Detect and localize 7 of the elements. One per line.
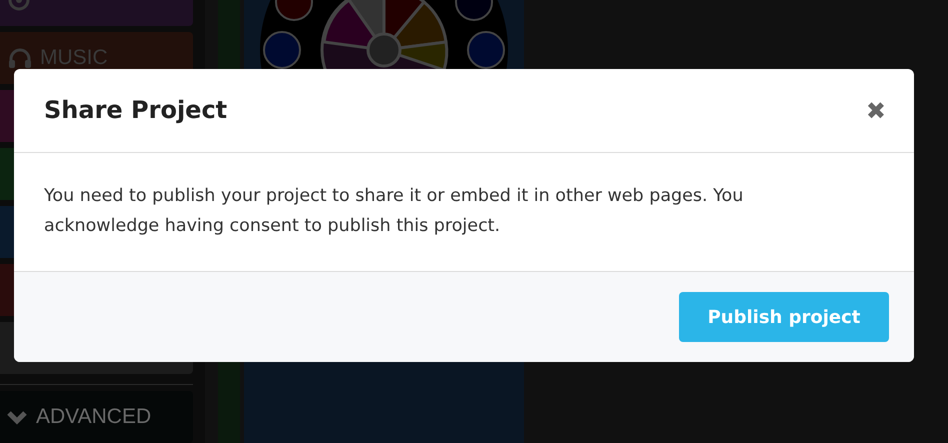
advanced-button[interactable]: ADVANCED	[0, 391, 193, 443]
dialog-message: You need to publish your project to share it or embed it in other web pages. You acknowledge having consent to publish this project.	[44, 185, 744, 238]
chevron-icon	[6, 409, 28, 425]
headphones-icon	[8, 47, 32, 69]
dialog-title: Share Project	[44, 96, 228, 125]
close-button[interactable]: ✖	[866, 98, 886, 122]
publish-button[interactable]: Publish project	[679, 292, 889, 342]
